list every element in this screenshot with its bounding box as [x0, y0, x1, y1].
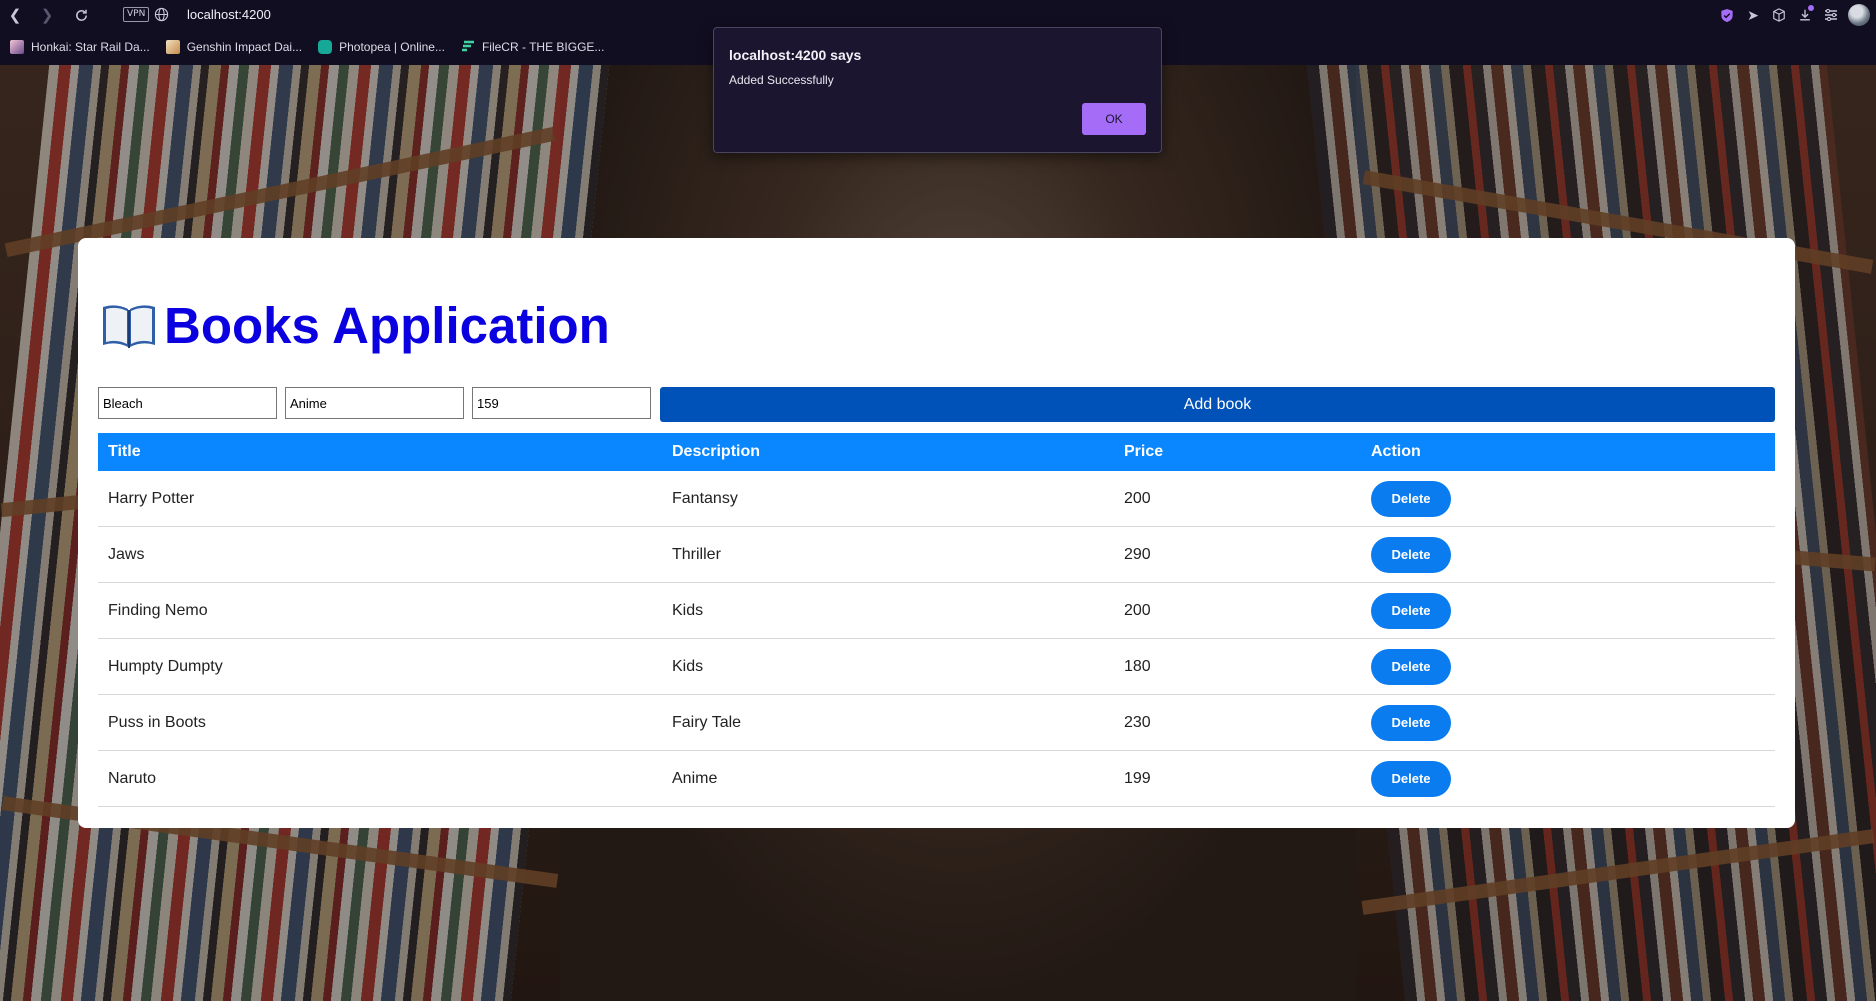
- cell-action: Delete: [1361, 526, 1775, 583]
- reload-icon[interactable]: [71, 5, 91, 25]
- cell-price: 200: [1114, 582, 1361, 639]
- bookmark-label: Photopea | Online...: [339, 40, 445, 54]
- delete-button[interactable]: Delete: [1371, 592, 1451, 629]
- profile-avatar[interactable]: [1848, 4, 1870, 26]
- column-header-description: Description: [662, 433, 1114, 471]
- dialog-title: localhost:4200 says: [729, 47, 862, 63]
- cell-action: Delete: [1361, 694, 1775, 751]
- filecr-favicon-icon: [461, 40, 475, 54]
- alert-dialog: localhost:4200 says Added Successfully O…: [713, 27, 1162, 153]
- cell-price: 199: [1114, 750, 1361, 807]
- table-row: Finding Nemo Kids 200 Delete: [98, 582, 1775, 639]
- cell-price: 230: [1114, 694, 1361, 751]
- column-header-title: Title: [98, 433, 662, 471]
- delete-button[interactable]: Delete: [1371, 704, 1451, 741]
- add-book-form: Add book: [98, 387, 1775, 423]
- menu-icon[interactable]: [1818, 3, 1844, 27]
- title-input[interactable]: [98, 387, 277, 419]
- bookmark-label: Honkai: Star Rail Da...: [31, 40, 150, 54]
- bookmark-genshin[interactable]: Genshin Impact Dai...: [165, 40, 303, 54]
- toolbar-right-icons: ➤: [1714, 3, 1876, 27]
- cell-description: Kids: [662, 582, 1114, 639]
- cell-title: Jaws: [98, 526, 662, 583]
- browser-toolbar: ❮ ❯ VPN localhost:4200 ➤: [0, 0, 1876, 30]
- books-app-card: Books Application Add book Title Descrip…: [78, 238, 1795, 828]
- forward-icon[interactable]: ❯: [37, 5, 57, 25]
- table-row: Humpty Dumpty Kids 180 Delete: [98, 638, 1775, 695]
- bookmark-label: Genshin Impact Dai...: [186, 40, 303, 54]
- bookmarks-bar: Honkai: Star Rail Da... Genshin Impact D…: [0, 36, 610, 58]
- bookmark-label: FileCR - THE BIGGE...: [481, 40, 605, 54]
- back-icon[interactable]: ❮: [5, 5, 25, 25]
- vpn-badge[interactable]: VPN: [123, 7, 150, 22]
- bookmark-honkai[interactable]: Honkai: Star Rail Da...: [10, 40, 150, 54]
- dialog-ok-button[interactable]: OK: [1082, 103, 1146, 135]
- table-row: Puss in Boots Fairy Tale 230 Delete: [98, 694, 1775, 751]
- table-row: Naruto Anime 199 Delete: [98, 750, 1775, 807]
- shield-icon[interactable]: [1714, 3, 1740, 27]
- table-row: Jaws Thriller 290 Delete: [98, 526, 1775, 583]
- column-header-price: Price: [1114, 433, 1361, 471]
- app-title-text: Books Application: [164, 297, 610, 354]
- cell-price: 290: [1114, 526, 1361, 583]
- address-bar[interactable]: localhost:4200: [187, 7, 271, 22]
- honkai-favicon-icon: [10, 40, 24, 54]
- cell-title: Harry Potter: [98, 471, 662, 527]
- delete-button[interactable]: Delete: [1371, 648, 1451, 685]
- download-notification-dot: [1808, 5, 1814, 11]
- table-header-row: Title Description Price Action: [98, 433, 1775, 471]
- page-title: Books Application: [100, 296, 610, 356]
- delete-button[interactable]: Delete: [1371, 760, 1451, 797]
- cell-action: Delete: [1361, 582, 1775, 639]
- description-input[interactable]: [285, 387, 464, 419]
- globe-icon[interactable]: [154, 7, 169, 22]
- add-book-button[interactable]: Add book: [660, 387, 1775, 422]
- cell-price: 200: [1114, 471, 1361, 527]
- cell-title: Finding Nemo: [98, 582, 662, 639]
- delete-button[interactable]: Delete: [1371, 480, 1451, 517]
- cell-title: Naruto: [98, 750, 662, 807]
- bookmark-photopea[interactable]: Photopea | Online...: [318, 40, 445, 54]
- cell-price: 180: [1114, 638, 1361, 695]
- cell-action: Delete: [1361, 750, 1775, 807]
- books-table: Title Description Price Action Harry Pot…: [98, 433, 1775, 807]
- bookmark-filecr[interactable]: FileCR - THE BIGGE...: [461, 40, 604, 54]
- cell-description: Fairy Tale: [662, 694, 1114, 751]
- cell-title: Humpty Dumpty: [98, 638, 662, 695]
- cell-description: Kids: [662, 638, 1114, 695]
- photopea-favicon-icon: [318, 40, 333, 54]
- cell-action: Delete: [1361, 638, 1775, 695]
- genshin-favicon-icon: [165, 40, 180, 54]
- column-header-action: Action: [1361, 433, 1775, 471]
- cell-action: Delete: [1361, 471, 1775, 527]
- send-icon[interactable]: ➤: [1740, 3, 1766, 27]
- dialog-message: Added Successfully: [729, 73, 834, 87]
- delete-button[interactable]: Delete: [1371, 536, 1451, 573]
- cell-description: Fantansy: [662, 471, 1114, 527]
- table-row: Harry Potter Fantansy 200 Delete: [98, 471, 1775, 527]
- cell-description: Thriller: [662, 526, 1114, 583]
- cube-icon[interactable]: [1766, 3, 1792, 27]
- price-input[interactable]: [472, 387, 651, 419]
- download-icon[interactable]: [1792, 3, 1818, 27]
- cell-title: Puss in Boots: [98, 694, 662, 751]
- open-book-icon: [100, 301, 158, 351]
- cell-description: Anime: [662, 750, 1114, 807]
